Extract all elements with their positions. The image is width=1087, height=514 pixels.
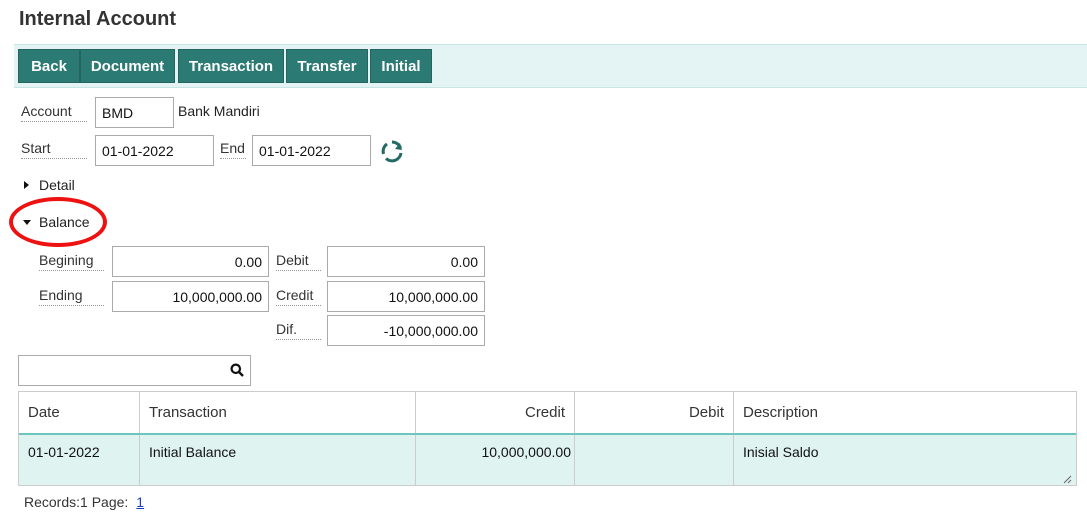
back-button[interactable]: Back — [18, 49, 80, 83]
cell-transaction: Initial Balance — [139, 435, 415, 485]
debit-total-field[interactable]: 0.00 — [327, 246, 485, 277]
refresh-icon[interactable] — [380, 139, 404, 163]
end-date-input[interactable]: 01-01-2022 — [252, 135, 371, 166]
column-header-transaction[interactable]: Transaction — [139, 392, 415, 433]
credit-label: Credit — [276, 287, 321, 306]
account-name: Bank Mandiri — [178, 103, 260, 119]
beginning-balance-field[interactable]: 0.00 — [112, 246, 269, 277]
debit-label: Debit — [276, 252, 321, 271]
dif-label: Dif. — [276, 321, 321, 340]
start-date-input[interactable]: 01-01-2022 — [95, 135, 214, 166]
table-row[interactable]: 01-01-2022 Initial Balance 10,000,000.00… — [19, 435, 1076, 485]
cell-date: 01-01-2022 — [28, 444, 100, 460]
ending-balance-field[interactable]: 10,000,000.00 — [112, 281, 269, 312]
cell-debit — [574, 435, 733, 485]
search-input[interactable] — [18, 355, 251, 386]
transactions-table: Date Transaction Credit Debit Descriptio… — [18, 391, 1077, 486]
column-header-debit[interactable]: Debit — [574, 392, 733, 433]
caret-right-icon — [21, 179, 33, 191]
page-title: Internal Account — [19, 8, 177, 30]
account-label: Account — [21, 103, 87, 122]
ending-label: Ending — [39, 287, 104, 306]
pager: Records:1 Page: 1 — [24, 494, 144, 510]
credit-total-field[interactable]: 10,000,000.00 — [327, 281, 485, 312]
description-text: Inisial Saldo — [743, 444, 819, 460]
resize-handle-icon[interactable] — [1062, 471, 1072, 484]
transaction-button[interactable]: Transaction — [178, 49, 284, 83]
end-label: End — [220, 140, 246, 159]
initial-button[interactable]: Initial — [370, 49, 432, 83]
records-text: Records:1 Page: — [24, 494, 129, 510]
beginning-label: Begining — [39, 252, 104, 271]
cell-description[interactable]: Inisial Saldo — [733, 435, 1076, 485]
search-icon[interactable] — [230, 363, 244, 377]
detail-label: Detail — [39, 177, 75, 193]
toolbar: Back Document Transaction Transfer Initi… — [14, 44, 1087, 88]
account-code-input[interactable]: BMD — [95, 97, 174, 128]
table-header: Date Transaction Credit Debit Descriptio… — [19, 392, 1076, 435]
highlight-circle — [9, 197, 107, 247]
start-label: Start — [21, 140, 87, 159]
column-header-description[interactable]: Description — [733, 392, 1076, 433]
detail-toggle[interactable]: Detail — [21, 177, 75, 193]
cell-credit: 10,000,000.00 — [415, 435, 574, 485]
column-header-date[interactable]: Date — [19, 392, 139, 433]
transfer-button[interactable]: Transfer — [286, 49, 368, 83]
difference-field[interactable]: -10,000,000.00 — [327, 315, 485, 346]
page-link[interactable]: 1 — [136, 494, 144, 510]
document-button[interactable]: Document — [80, 49, 175, 83]
column-header-credit[interactable]: Credit — [415, 392, 574, 433]
